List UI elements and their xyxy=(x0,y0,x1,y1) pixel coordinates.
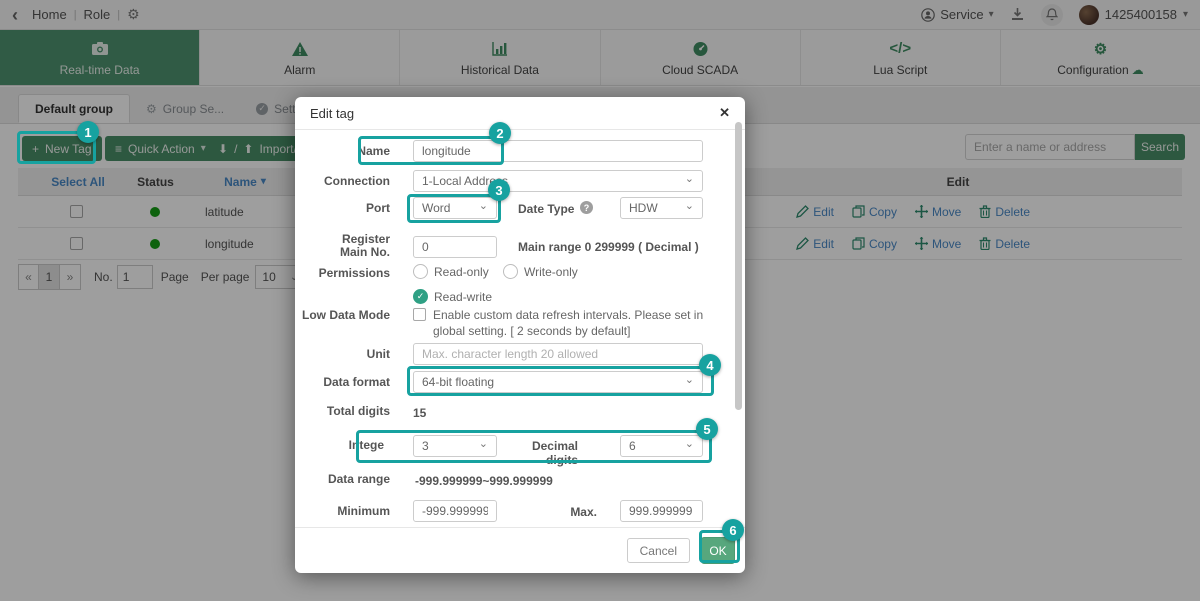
max-label: Max. xyxy=(570,505,597,519)
step-badge-6: 6 xyxy=(722,519,744,541)
main-range-text: Main range 0 299999 ( Decimal ) xyxy=(518,240,699,254)
data-format-label: Data format xyxy=(323,375,390,389)
modal-footer: Cancel OK xyxy=(295,527,745,573)
chevron-down-icon: ⌄ xyxy=(684,373,694,386)
connection-label: Connection xyxy=(324,174,390,188)
integer-digits-select[interactable]: 3 ⌄ xyxy=(413,435,497,457)
data-range-label: Data range xyxy=(327,472,390,486)
write-only-option[interactable]: Write-only xyxy=(503,264,578,279)
name-input[interactable] xyxy=(413,140,703,162)
chevron-down-icon: ⌄ xyxy=(478,437,488,450)
radio-unchecked-icon[interactable] xyxy=(413,264,428,279)
close-icon[interactable]: ✕ xyxy=(719,105,730,121)
read-only-option[interactable]: Read-only xyxy=(413,264,489,279)
app-screen: ‹ Home | Role | ⚙ Service ▾ 1425400158 ▾… xyxy=(0,0,1200,601)
chevron-down-icon: ⌄ xyxy=(684,172,694,185)
low-data-mode-checkbox[interactable] xyxy=(413,308,426,321)
help-icon[interactable]: ? xyxy=(580,201,593,214)
unit-input[interactable] xyxy=(413,343,703,365)
data-range-value: -999.999999~999.999999 xyxy=(415,474,553,488)
modal-title: Edit tag xyxy=(310,105,355,121)
low-data-mode-label: Low Data Mode xyxy=(301,308,390,322)
chevron-down-icon: ⌄ xyxy=(684,199,694,212)
register-main-no-input[interactable] xyxy=(413,236,497,258)
total-digits-value: 15 xyxy=(413,406,427,420)
modal-header: Edit tag ✕ xyxy=(295,97,745,130)
date-type-select[interactable]: HDW ⌄ xyxy=(620,197,703,219)
decimal-digits-label: Decimal digits xyxy=(531,439,578,467)
data-format-select[interactable]: 64-bit floating ⌄ xyxy=(413,371,703,393)
minimum-input[interactable] xyxy=(413,500,497,522)
total-digits-label: Total digits xyxy=(326,404,390,418)
low-data-mode-text: Enable custom data refresh intervals. Pl… xyxy=(433,308,704,338)
read-write-option[interactable]: ✓ Read-write xyxy=(413,289,492,304)
step-badge-5: 5 xyxy=(696,418,718,440)
step-badge-3: 3 xyxy=(488,179,510,201)
radio-unchecked-icon[interactable] xyxy=(503,264,518,279)
chevron-down-icon: ⌄ xyxy=(478,199,488,212)
edit-tag-modal: Edit tag ✕ Name Connection 1-Local Addre… xyxy=(295,97,745,573)
date-type-label: Date Type xyxy=(518,202,575,216)
step-badge-2: 2 xyxy=(489,122,511,144)
decimal-digits-select[interactable]: 6 ⌄ xyxy=(620,435,703,457)
port-label: Port xyxy=(366,201,390,215)
minimum-label: Minimum xyxy=(337,504,390,518)
modal-scrollbar-thumb[interactable] xyxy=(735,122,742,410)
connection-select[interactable]: 1-Local Address ⌄ xyxy=(413,170,703,192)
max-input[interactable] xyxy=(620,500,703,522)
integer-digits-label: Intege xyxy=(348,438,384,452)
step-badge-4: 4 xyxy=(699,354,721,376)
ok-button[interactable]: OK xyxy=(701,537,735,564)
port-select[interactable]: Word ⌄ xyxy=(413,197,497,219)
unit-label: Unit xyxy=(366,347,390,361)
step-badge-1: 1 xyxy=(77,121,99,143)
chevron-down-icon: ⌄ xyxy=(684,437,694,450)
cancel-button[interactable]: Cancel xyxy=(626,538,690,563)
permissions-label: Permissions xyxy=(318,266,390,280)
register-label: Register Main No. xyxy=(340,232,390,259)
name-label: Name xyxy=(357,144,390,158)
radio-checked-icon[interactable]: ✓ xyxy=(413,289,428,304)
